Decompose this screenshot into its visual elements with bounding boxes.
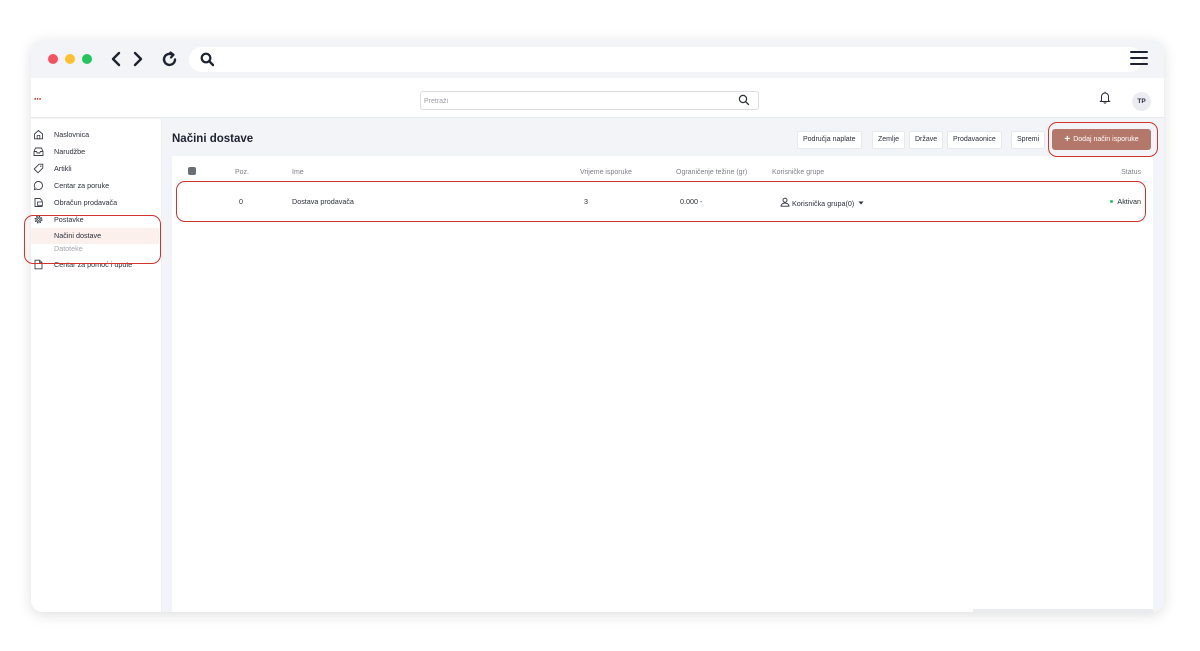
chevron-right-icon[interactable] (132, 51, 144, 67)
page-title: Načini dostave (172, 133, 254, 145)
column-header-poz[interactable]: Poz. (235, 169, 249, 176)
sidebar-subitem-datoteke[interactable]: Datoteke (31, 241, 159, 257)
search-box[interactable] (420, 91, 759, 110)
avatar[interactable]: TP (1132, 92, 1151, 111)
column-header-ime[interactable]: Ime (292, 169, 304, 176)
status-label: Aktivan (1117, 197, 1141, 206)
sidebar-item-label: Postavke (54, 215, 84, 224)
tag-icon (33, 163, 44, 174)
sidebar-subitem-label: Datoteke (54, 244, 83, 253)
sidebar-item-centar-za-pomoc[interactable]: Centar za pomoć i upute (31, 258, 162, 271)
select-all-checkbox[interactable] (188, 167, 196, 175)
sidebar-item-label: Centar za pomoć i upute (54, 260, 133, 269)
sidebar-item-label: Obračun prodavača (54, 198, 118, 207)
file-icon (34, 259, 43, 270)
column-header-ogranicenje-tezine[interactable]: Ograničenje težine (gr) (676, 169, 747, 176)
zemlje-button[interactable]: Zemlje (872, 131, 906, 149)
add-delivery-method-button[interactable]: + Dodaj način isporuke (1052, 129, 1151, 150)
sidebar-item-naslovnica[interactable]: Naslovnica (31, 128, 162, 141)
scrollbar-track[interactable] (973, 609, 1153, 612)
close-window-dot[interactable] (48, 54, 58, 64)
podrucja-naplate-button[interactable]: Područja naplate (797, 131, 862, 149)
cell-name[interactable]: Dostava prodavača (292, 197, 354, 206)
reload-icon[interactable] (161, 51, 178, 68)
app-topbar: ●●● TP (31, 78, 1164, 118)
sidebar-item-label: Narudžbe (54, 147, 86, 156)
chevron-left-icon[interactable] (110, 51, 122, 67)
chat-icon (33, 181, 43, 191)
status-badge: Aktivan (1110, 197, 1141, 206)
column-header-status[interactable]: Status (1121, 169, 1141, 176)
sidebar-item-narudzbe[interactable]: Narudžbe (31, 145, 162, 158)
browser-chrome (31, 40, 1164, 78)
inbox-icon (33, 147, 44, 156)
sidebar-item-label: Centar za poruke (54, 181, 110, 190)
minimize-window-dot[interactable] (65, 54, 75, 64)
add-delivery-method-label: Dodaj način isporuke (1073, 136, 1139, 143)
app-logo[interactable]: ●●● (34, 96, 41, 101)
bell-icon[interactable] (1099, 91, 1111, 104)
plus-icon: + (1064, 134, 1071, 145)
search-icon (200, 52, 215, 67)
main-content: Načini dostave Područja naplate Zemlje D… (162, 119, 1164, 612)
sidebar-item-label: Artikli (54, 164, 72, 173)
cell-delivery-time: 3 (584, 197, 588, 206)
search-icon[interactable] (738, 94, 750, 106)
delivery-methods-table: Poz. Ime Vrijeme isporuke Ograničenje te… (172, 156, 1153, 612)
sidebar: Naslovnica Narudžbe Artikli Centar za po… (31, 119, 162, 612)
gear-icon (34, 215, 43, 224)
sidebar-item-obracun-prodavaca[interactable]: Obračun prodavača (31, 196, 162, 209)
user-groups-dropdown[interactable]: Korisnička grupa(0) (780, 197, 864, 208)
search-input[interactable] (424, 94, 724, 108)
user-groups-label: Korisnička grupa(0) (792, 199, 855, 208)
prodavaonice-button[interactable]: Prodavaonice (947, 131, 1002, 149)
maximize-window-dot[interactable] (82, 54, 92, 64)
column-header-korisnicke-grupe[interactable]: Korisničke grupe (772, 169, 824, 176)
address-bar[interactable] (189, 47, 1142, 72)
caret-down-icon (858, 201, 864, 205)
cell-weight-limit: 0.000 - (680, 197, 703, 206)
sidebar-item-artikli[interactable]: Artikli (31, 162, 162, 175)
spremi-button[interactable]: Spremi (1011, 131, 1046, 149)
drzave-button[interactable]: Države (909, 131, 944, 149)
hamburger-icon[interactable] (1130, 51, 1148, 65)
cell-pos: 0 (239, 197, 243, 206)
sidebar-item-postavke[interactable]: Postavke (31, 213, 162, 226)
home-icon (34, 129, 43, 140)
app-area: ●●● TP Naslovnica (31, 78, 1164, 612)
sidebar-item-label: Naslovnica (54, 130, 90, 139)
status-dot (1110, 200, 1114, 203)
column-header-vrijeme-isporuke[interactable]: Vrijeme isporuke (580, 169, 632, 176)
sidebar-item-centar-za-poruke[interactable]: Centar za poruke (31, 179, 162, 192)
browser-window: ●●● TP Naslovnica (31, 40, 1164, 612)
user-icon (780, 197, 790, 207)
document-icon (34, 198, 43, 207)
